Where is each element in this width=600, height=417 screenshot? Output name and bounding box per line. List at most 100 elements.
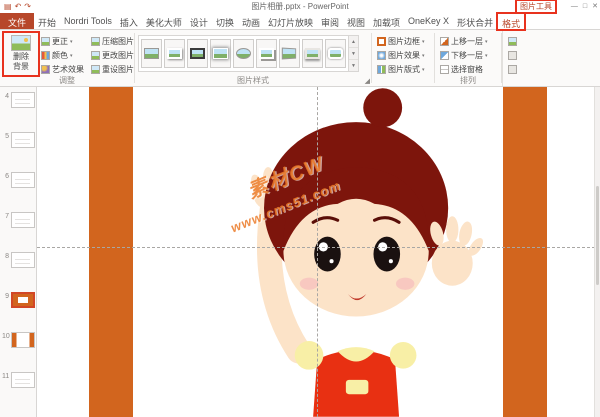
title-bar: ▤ ↶ ↷ 图片相册.pptx - PowerPoint 图片工具 — □ ✕	[0, 0, 600, 14]
picture-style-thumbnail[interactable]	[141, 39, 162, 68]
save-icon[interactable]: ▤	[4, 2, 12, 12]
tab-addins[interactable]: 加载项	[369, 13, 404, 29]
vertical-scrollbar[interactable]	[594, 87, 600, 417]
slide-thumbnail[interactable]	[11, 332, 35, 348]
group-picture-styles: ▲ ▼ ▼ 图片样式 ◢	[135, 30, 371, 86]
picture-style-thumbnail[interactable]	[302, 39, 323, 68]
cropped-button[interactable]	[506, 63, 525, 76]
send-backward-button[interactable]: 下移一层 ▾	[438, 49, 498, 62]
change-picture-label: 更改图片	[102, 51, 134, 60]
slide-thumbnail[interactable]	[11, 92, 35, 108]
group-size-cropped	[502, 30, 528, 86]
bring-forward-icon	[440, 37, 449, 46]
chevron-down-icon: ▾	[485, 38, 488, 45]
slide-thumbnail[interactable]	[11, 132, 35, 148]
tab-view[interactable]: 视图	[343, 13, 369, 29]
slide-thumbnail[interactable]	[11, 172, 35, 188]
slide-thumbnail[interactable]	[11, 252, 35, 268]
compress-pictures-label: 压缩图片	[102, 37, 134, 46]
slide-thumbnail-item[interactable]: 11	[0, 370, 36, 410]
style-preview-image	[259, 48, 274, 59]
dialog-launcher-icon[interactable]: ◢	[365, 77, 370, 86]
slide-thumbnail-item[interactable]: 6	[0, 170, 36, 210]
tab-merge-shapes[interactable]: 形状合并	[453, 13, 497, 29]
tab-animations[interactable]: 动画	[238, 13, 264, 29]
tab-onekey-x[interactable]: OneKey X	[404, 13, 453, 29]
group-label-picture-styles: 图片样式	[237, 76, 269, 85]
compress-pictures-icon	[91, 37, 100, 46]
group-label-adjust: 调整	[59, 76, 75, 85]
artistic-effects-label: 艺术效果	[52, 65, 84, 74]
picture-effects-icon	[377, 51, 386, 60]
scrollbar-thumb[interactable]	[596, 186, 599, 285]
tab-slideshow[interactable]: 幻灯片放映	[264, 13, 317, 29]
cartoon-girl-image[interactable]	[219, 87, 485, 417]
slide-number: 6	[5, 173, 9, 180]
slide-thumbnail[interactable]	[11, 292, 35, 308]
picture-style-thumbnail[interactable]	[325, 39, 346, 68]
bring-forward-label: 上移一层	[451, 37, 483, 46]
tab-home[interactable]: 开始	[34, 13, 60, 29]
picture-effects-label: 图片效果	[388, 51, 420, 60]
slide-thumbnail[interactable]	[11, 212, 35, 228]
compress-pictures-button[interactable]: 压缩图片	[89, 35, 134, 48]
slide-thumbnail-item[interactable]: 7	[0, 210, 36, 250]
picture-style-thumbnail[interactable]	[256, 39, 277, 68]
slide-thumbnail-item[interactable]: 4	[0, 90, 36, 130]
slide-number: 4	[5, 93, 9, 100]
picture-style-thumbnail[interactable]	[187, 39, 208, 68]
color-button[interactable]: 颜色 ▾	[39, 49, 89, 62]
picture-border-button[interactable]: 图片边框 ▾	[375, 35, 431, 48]
artistic-effects-icon	[41, 65, 50, 74]
slide-number: 10	[2, 333, 10, 340]
tab-insert[interactable]: 插入	[116, 13, 142, 29]
slide-thumbnail[interactable]	[11, 372, 35, 388]
slide-thumbnail-item[interactable]: 10	[0, 330, 36, 370]
gallery-scroll: ▲ ▼ ▼	[349, 35, 359, 72]
picture-style-thumbnail[interactable]	[233, 39, 254, 68]
slide-thumbnail-item[interactable]: 8	[0, 250, 36, 290]
maximize-icon[interactable]: □	[583, 0, 587, 13]
gallery-scroll-up-icon[interactable]: ▲	[349, 36, 358, 48]
tab-nordri-tools[interactable]: Nordri Tools	[60, 13, 116, 29]
ribbon: 删除 背景 更正 ▾ 颜色 ▾ 艺术效果 压缩图片 更改图片 重设图片 调整 ▲…	[0, 30, 600, 87]
workspace: 4 5 6 7 8 9 10 11 素材CW www.cms51.com	[0, 87, 600, 417]
style-preview-image	[190, 48, 205, 59]
chevron-down-icon: ▾	[485, 52, 488, 59]
corrections-button[interactable]: 更正 ▾	[39, 35, 89, 48]
cropped-button[interactable]	[506, 49, 525, 62]
tab-transitions[interactable]: 切换	[212, 13, 238, 29]
picture-border-label: 图片边框	[388, 37, 420, 46]
slide-thumbnail-item[interactable]: 5	[0, 130, 36, 170]
picture-tools-context-label: 图片工具	[515, 0, 557, 14]
undo-icon[interactable]: ↶	[15, 2, 22, 12]
send-backward-label: 下移一层	[451, 51, 483, 60]
slide-thumbnail-item-selected[interactable]: 9	[0, 290, 36, 330]
vertical-guide-line	[317, 87, 318, 417]
picture-style-thumbnail[interactable]	[279, 39, 300, 68]
slide-canvas[interactable]: 素材CW www.cms51.com	[37, 87, 600, 417]
powerpoint-window: ▤ ↶ ↷ 图片相册.pptx - PowerPoint 图片工具 — □ ✕ …	[0, 0, 600, 417]
minimize-icon[interactable]: —	[571, 0, 578, 13]
change-picture-button[interactable]: 更改图片	[89, 49, 134, 62]
tab-format[interactable]: 格式	[496, 12, 527, 31]
redo-icon[interactable]: ↷	[24, 2, 31, 12]
corrections-label: 更正	[52, 37, 68, 46]
gallery-more-icon[interactable]: ▼	[349, 60, 358, 71]
picture-layout-button[interactable]: 图片版式 ▾	[375, 63, 431, 76]
picture-effects-button[interactable]: 图片效果 ▾	[375, 49, 431, 62]
bring-forward-button[interactable]: 上移一层 ▾	[438, 35, 498, 48]
style-preview-image	[213, 48, 228, 59]
tab-meihua-dashi[interactable]: 美化大师	[142, 13, 186, 29]
window-controls: — □ ✕	[571, 0, 598, 13]
tab-review[interactable]: 审阅	[317, 13, 343, 29]
picture-style-thumbnail[interactable]	[164, 39, 185, 68]
tab-design[interactable]: 设计	[186, 13, 212, 29]
cropped-button[interactable]	[506, 35, 525, 48]
picture-style-thumbnail[interactable]	[210, 39, 231, 68]
gallery-scroll-down-icon[interactable]: ▼	[349, 48, 358, 60]
send-backward-icon	[440, 51, 449, 60]
remove-background-button[interactable]: 删除 背景	[2, 31, 40, 77]
tab-file[interactable]: 文件	[0, 13, 35, 29]
close-icon[interactable]: ✕	[592, 0, 598, 13]
